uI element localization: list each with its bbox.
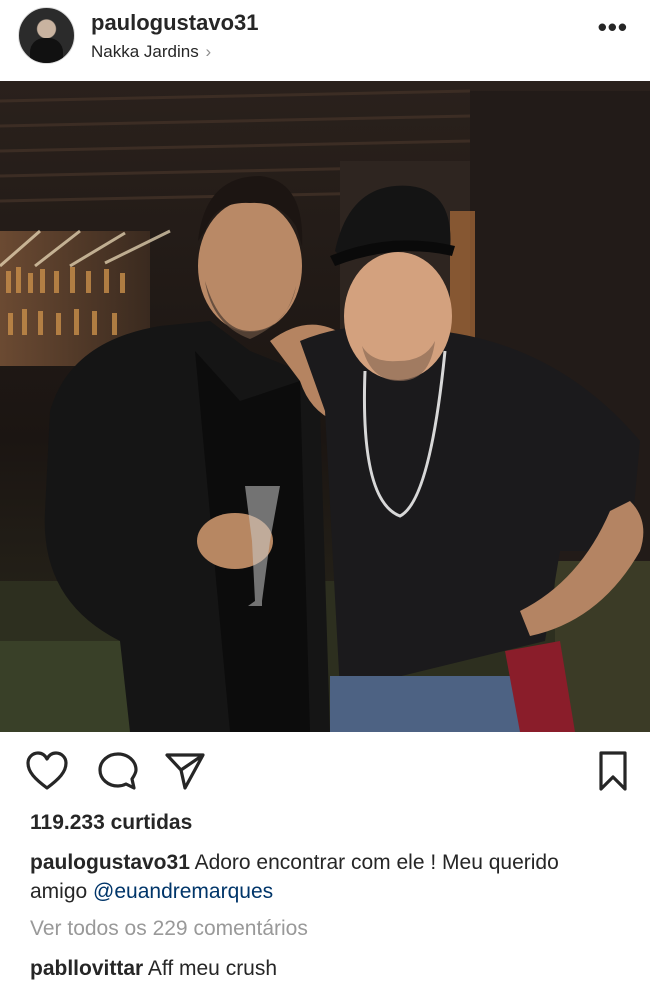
action-bar (0, 732, 650, 804)
chevron-right-icon: › (205, 42, 212, 61)
post-location[interactable]: Nakka Jardins › (91, 42, 211, 62)
post-header: paulogustavo31 Nakka Jardins › ••• (0, 0, 650, 80)
more-options-icon[interactable]: ••• (598, 12, 628, 43)
caption-username[interactable]: paulogustavo31 (30, 851, 190, 874)
heart-icon[interactable] (25, 749, 69, 793)
post-username[interactable]: paulogustavo31 (91, 10, 258, 36)
location-label: Nakka Jardins (91, 42, 199, 61)
send-icon[interactable] (163, 749, 207, 793)
comment-item: pabllovittar Aff meu crush (30, 957, 277, 981)
post-photo[interactable] (0, 81, 650, 732)
post-caption: paulogustavo31 Adoro encontrar com ele !… (30, 848, 620, 906)
view-all-comments-link[interactable]: Ver todos os 229 comentários (30, 917, 308, 941)
bookmark-icon[interactable] (593, 749, 633, 793)
caption-mention-link[interactable]: @euandremarques (93, 880, 273, 903)
likes-count[interactable]: 119.233 curtidas (30, 811, 192, 835)
comment-icon[interactable] (96, 749, 140, 793)
user-avatar[interactable] (18, 7, 75, 64)
comment-username[interactable]: pabllovittar (30, 957, 143, 980)
comment-text: Aff meu crush (147, 957, 278, 980)
